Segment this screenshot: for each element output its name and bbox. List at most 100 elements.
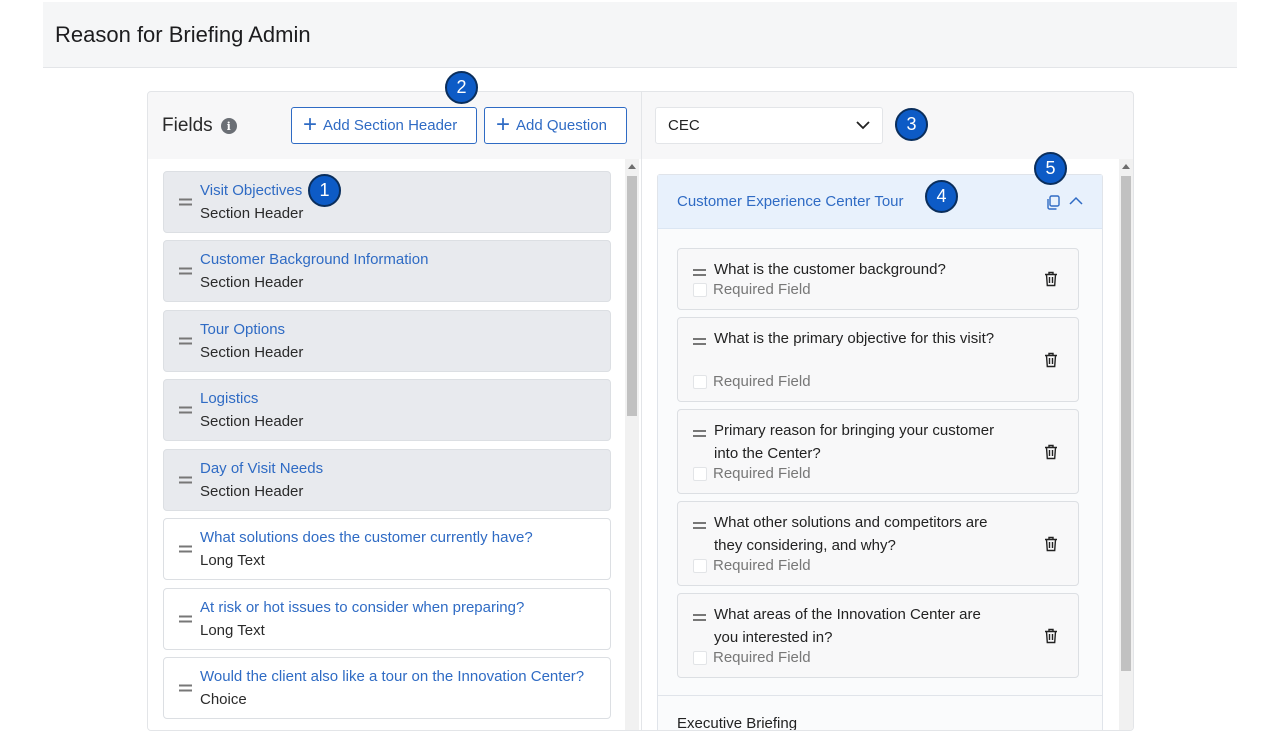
field-name[interactable]: Would the client also like a tour on the…: [200, 668, 584, 685]
field-type: Section Header: [200, 344, 304, 361]
callout-marker: 3: [895, 108, 928, 141]
required-field-toggle[interactable]: Required Field: [693, 649, 811, 666]
section-card: Customer Experience Center Tour What is …: [657, 174, 1103, 730]
drag-handle-icon[interactable]: [693, 430, 706, 437]
required-label: Required Field: [713, 373, 811, 390]
required-checkbox[interactable]: [693, 282, 707, 297]
field-type: Section Header: [200, 274, 304, 291]
required-checkbox[interactable]: [693, 466, 707, 481]
required-checkbox[interactable]: [693, 558, 707, 573]
required-label: Required Field: [713, 465, 811, 482]
question-card[interactable]: What is the primary objective for this v…: [677, 317, 1079, 402]
drag-handle-icon[interactable]: [179, 337, 192, 345]
question-card[interactable]: Primary reason for bringing your custome…: [677, 409, 1079, 494]
trash-icon[interactable]: [1044, 444, 1058, 460]
field-type: Section Header: [200, 483, 304, 500]
chevron-down-icon: [856, 121, 870, 130]
form-preview: Customer Experience Center Tour What is …: [642, 159, 1133, 730]
required-label: Required Field: [713, 281, 811, 298]
fields-title-label: Fields: [162, 115, 213, 136]
required-checkbox[interactable]: [693, 650, 707, 665]
question-text: What areas of the Innovation Center are …: [714, 606, 981, 646]
field-name[interactable]: At risk or hot issues to consider when p…: [200, 599, 524, 616]
drag-handle-icon[interactable]: [179, 267, 192, 275]
scroll-up-icon[interactable]: [628, 164, 636, 169]
page-title: Reason for Briefing Admin: [55, 22, 311, 47]
plus-icon: +: [303, 110, 318, 138]
drag-handle-icon[interactable]: [179, 615, 192, 623]
scrollbar-thumb[interactable]: [627, 176, 637, 416]
question-text: What is the primary objective for this v…: [714, 330, 995, 347]
required-label: Required Field: [713, 649, 811, 666]
required-checkbox[interactable]: [693, 374, 707, 389]
fields-scrollbar[interactable]: [625, 159, 639, 730]
question-text: Primary reason for bringing your custome…: [714, 422, 995, 462]
question-card[interactable]: What other solutions and competitors are…: [677, 501, 1079, 586]
field-type: Long Text: [200, 622, 265, 639]
scroll-up-icon[interactable]: [1122, 164, 1130, 169]
add-question-button[interactable]: + Add Question: [484, 107, 627, 144]
add-question-label: Add Question: [516, 117, 607, 134]
admin-panel: Fields i + Add Section Header + Add Ques…: [147, 91, 1134, 731]
fields-list: Visit Objectives Section Header Customer…: [148, 159, 641, 730]
list-item[interactable]: Logistics Section Header: [163, 379, 611, 441]
required-label: Required Field: [713, 557, 811, 574]
scrollbar-thumb[interactable]: [1121, 176, 1131, 671]
section-header[interactable]: Customer Experience Center Tour: [658, 175, 1102, 229]
field-name[interactable]: Visit Objectives: [200, 182, 302, 199]
field-name[interactable]: What solutions does the customer current…: [200, 529, 533, 546]
trash-icon[interactable]: [1044, 628, 1058, 644]
field-type: Section Header: [200, 413, 304, 430]
trash-icon[interactable]: [1044, 352, 1058, 368]
question-card[interactable]: What areas of the Innovation Center are …: [677, 593, 1079, 678]
required-field-toggle[interactable]: Required Field: [693, 373, 811, 390]
field-name[interactable]: Day of Visit Needs: [200, 460, 323, 477]
drag-handle-icon[interactable]: [179, 476, 192, 484]
drag-handle-icon[interactable]: [179, 684, 192, 692]
fields-title: Fields i: [162, 115, 237, 137]
required-field-toggle[interactable]: Required Field: [693, 281, 811, 298]
drag-handle-icon[interactable]: [693, 614, 706, 621]
list-item[interactable]: Day of Visit Needs Section Header: [163, 449, 611, 511]
field-type: Section Header: [200, 205, 304, 222]
question-card[interactable]: What is the customer background? Require…: [677, 248, 1079, 310]
page-header: Reason for Briefing Admin: [43, 2, 1237, 68]
drag-handle-icon[interactable]: [693, 338, 706, 345]
center-select[interactable]: CEC: [655, 107, 883, 144]
center-select-value: CEC: [668, 117, 700, 134]
section-title[interactable]: Customer Experience Center Tour: [677, 193, 904, 210]
field-name[interactable]: Logistics: [200, 390, 258, 407]
plus-icon: +: [496, 110, 511, 138]
list-item[interactable]: At risk or hot issues to consider when p…: [163, 588, 611, 650]
drag-handle-icon[interactable]: [693, 269, 706, 276]
list-item[interactable]: Customer Background Information Section …: [163, 240, 611, 302]
list-item[interactable]: What solutions does the customer current…: [163, 518, 611, 580]
drag-handle-icon[interactable]: [179, 406, 192, 414]
list-item[interactable]: Visit Objectives Section Header: [163, 171, 611, 233]
field-name[interactable]: Tour Options: [200, 321, 285, 338]
next-section-title[interactable]: Executive Briefing: [677, 715, 797, 730]
drag-handle-icon[interactable]: [693, 522, 706, 529]
list-item[interactable]: Would the client also like a tour on the…: [163, 657, 611, 719]
add-section-header-button[interactable]: + Add Section Header: [291, 107, 477, 144]
chevron-up-icon[interactable]: [1069, 194, 1083, 208]
question-text: What other solutions and competitors are…: [714, 514, 988, 554]
info-icon[interactable]: i: [220, 118, 237, 134]
required-field-toggle[interactable]: Required Field: [693, 465, 811, 482]
drag-handle-icon[interactable]: [179, 545, 192, 553]
required-field-toggle[interactable]: Required Field: [693, 557, 811, 574]
add-section-header-label: Add Section Header: [323, 117, 458, 134]
field-type: Long Text: [200, 552, 265, 569]
drag-handle-icon[interactable]: [179, 198, 192, 206]
callout-marker: 2: [445, 71, 478, 104]
list-item[interactable]: Tour Options Section Header: [163, 310, 611, 372]
form-scrollbar[interactable]: [1119, 159, 1133, 730]
trash-icon[interactable]: [1044, 271, 1058, 287]
next-section-header[interactable]: Executive Briefing: [658, 695, 1102, 730]
copy-icon[interactable]: [1046, 195, 1060, 210]
trash-icon[interactable]: [1044, 536, 1058, 552]
question-text: What is the customer background?: [714, 261, 946, 278]
field-name[interactable]: Customer Background Information: [200, 251, 428, 268]
callout-marker: 4: [925, 180, 958, 213]
callout-marker: 1: [308, 174, 341, 207]
